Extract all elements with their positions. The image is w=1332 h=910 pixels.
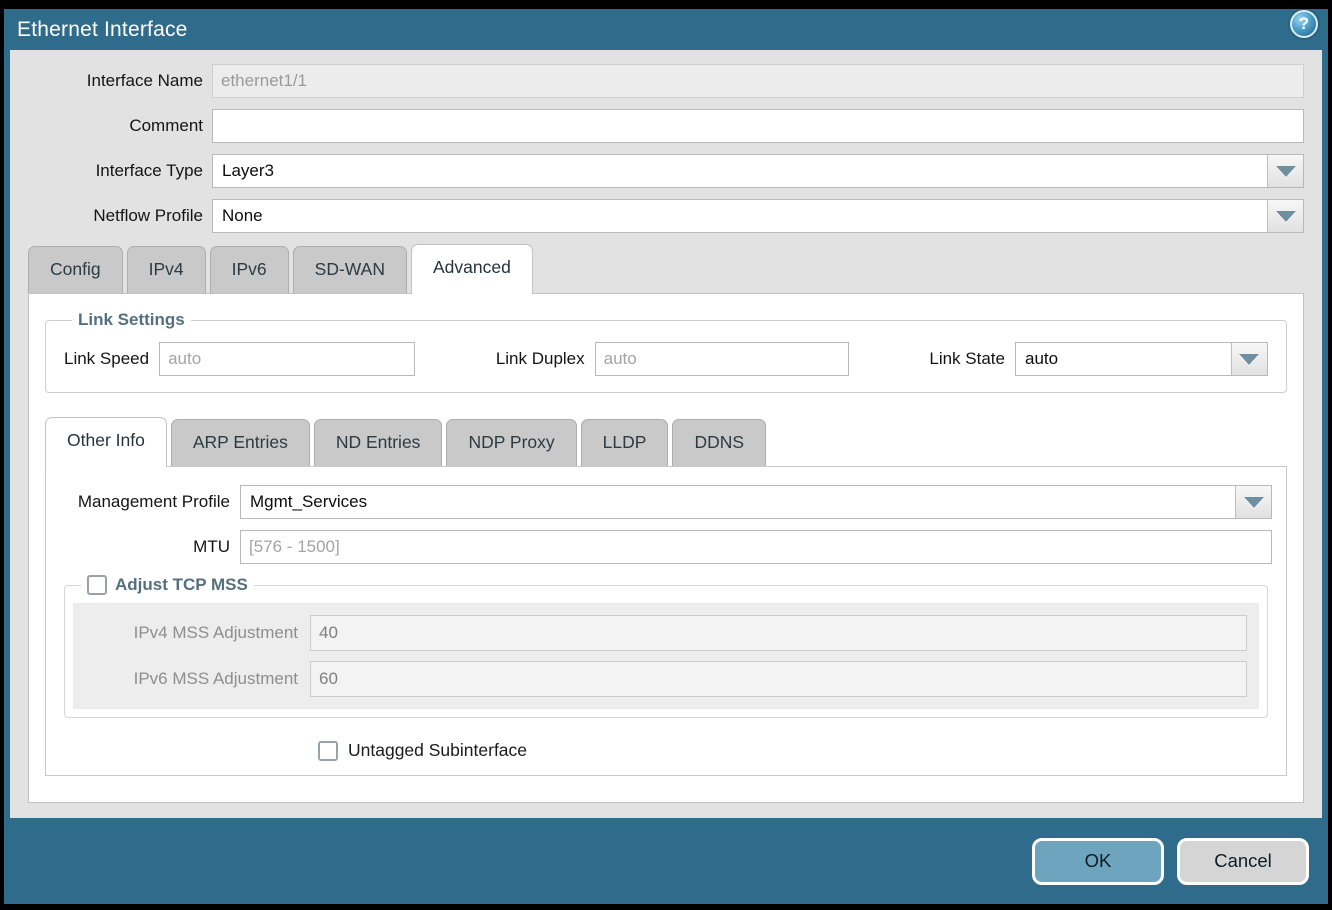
untagged-subinterface-checkbox[interactable] [318, 741, 338, 761]
link-state-dropdown-button[interactable] [1231, 343, 1267, 375]
netflow-profile-label: Netflow Profile [28, 206, 212, 226]
mtu-label: MTU [60, 537, 240, 557]
untagged-subinterface-row: Untagged Subinterface [318, 740, 1272, 761]
title-bar: Ethernet Interface ? [4, 9, 1328, 50]
tab-lldp[interactable]: LLDP [581, 419, 669, 466]
ipv6-mss-row: IPv6 MSS Adjustment [85, 661, 1247, 697]
link-duplex-label: Link Duplex [496, 349, 595, 369]
link-speed-group: Link Speed [64, 342, 415, 376]
netflow-profile-select[interactable]: None [212, 199, 1304, 233]
adjust-tcp-mss-label: Adjust TCP MSS [115, 575, 248, 595]
tab-other-info[interactable]: Other Info [45, 417, 167, 467]
link-speed-label: Link Speed [64, 349, 159, 369]
tab-advanced[interactable]: Advanced [411, 244, 533, 294]
main-tabstrip: Config IPv4 IPv6 SD-WAN Advanced [28, 244, 1304, 293]
link-state-label: Link State [929, 349, 1015, 369]
tab-sdwan[interactable]: SD-WAN [293, 246, 407, 293]
help-icon[interactable]: ? [1290, 10, 1318, 38]
chevron-down-icon [1276, 211, 1296, 222]
link-settings-fieldset: Link Settings Link Speed Link Duplex Lin… [45, 310, 1287, 393]
chevron-down-icon [1244, 497, 1264, 508]
netflow-profile-dropdown-button[interactable] [1267, 200, 1303, 232]
link-settings-legend: Link Settings [72, 310, 191, 330]
interface-type-value: Layer3 [213, 155, 1267, 187]
interface-type-dropdown-button[interactable] [1267, 155, 1303, 187]
tab-ipv6[interactable]: IPv6 [210, 246, 289, 293]
link-state-value: auto [1016, 343, 1231, 375]
chevron-down-icon [1239, 354, 1259, 365]
interface-type-row: Interface Type Layer3 [28, 154, 1304, 188]
comment-label: Comment [28, 116, 212, 136]
link-speed-field[interactable] [159, 342, 415, 376]
dialog-footer: OK Cancel [4, 818, 1328, 904]
adjust-tcp-mss-fieldset: Adjust TCP MSS IPv4 MSS Adjustment IPv6 … [64, 575, 1268, 718]
interface-name-field [212, 64, 1304, 98]
netflow-profile-value: None [213, 200, 1267, 232]
adjust-tcp-mss-checkbox[interactable] [87, 575, 107, 595]
tab-ipv4[interactable]: IPv4 [127, 246, 206, 293]
ethernet-interface-dialog: Ethernet Interface ? Interface Name Comm… [4, 9, 1328, 904]
tab-ndp-proxy[interactable]: NDP Proxy [446, 419, 576, 466]
link-state-group: Link State auto [929, 342, 1268, 376]
ipv4-mss-label: IPv4 MSS Adjustment [85, 623, 310, 643]
dialog-frame: Ethernet Interface ? Interface Name Comm… [0, 0, 1332, 910]
interface-type-label: Interface Type [28, 161, 212, 181]
management-profile-label: Management Profile [60, 492, 240, 512]
management-profile-select[interactable]: Mgmt_Services [240, 485, 1272, 519]
tab-nd-entries[interactable]: ND Entries [314, 419, 443, 466]
link-settings-row: Link Speed Link Duplex Link State auto [64, 342, 1268, 376]
adjust-tcp-mss-legend: Adjust TCP MSS [81, 575, 254, 595]
other-info-panel: Management Profile Mgmt_Services MTU [45, 466, 1287, 776]
management-profile-row: Management Profile Mgmt_Services [60, 485, 1272, 519]
mtu-field[interactable] [240, 530, 1272, 564]
netflow-profile-row: Netflow Profile None [28, 199, 1304, 233]
dialog-title: Ethernet Interface [17, 18, 188, 42]
mss-disabled-box: IPv4 MSS Adjustment IPv6 MSS Adjustment [73, 603, 1259, 709]
link-state-select[interactable]: auto [1015, 342, 1268, 376]
comment-field[interactable] [212, 109, 1304, 143]
ok-button[interactable]: OK [1032, 838, 1164, 885]
ipv6-mss-label: IPv6 MSS Adjustment [85, 669, 310, 689]
advanced-tab-panel: Link Settings Link Speed Link Duplex Lin… [28, 293, 1304, 803]
management-profile-dropdown-button[interactable] [1235, 486, 1271, 518]
dialog-body: Interface Name Comment Interface Type La… [10, 50, 1322, 818]
interface-name-row: Interface Name [28, 64, 1304, 98]
ipv6-mss-field [310, 661, 1247, 697]
link-duplex-field[interactable] [595, 342, 849, 376]
ipv4-mss-row: IPv4 MSS Adjustment [85, 615, 1247, 651]
ipv4-mss-field [310, 615, 1247, 651]
inner-tabstrip: Other Info ARP Entries ND Entries NDP Pr… [45, 417, 1287, 466]
tab-config[interactable]: Config [28, 246, 123, 293]
untagged-subinterface-label: Untagged Subinterface [348, 740, 527, 761]
management-profile-value: Mgmt_Services [241, 486, 1235, 518]
cancel-button[interactable]: Cancel [1177, 838, 1309, 885]
tab-arp-entries[interactable]: ARP Entries [171, 419, 310, 466]
interface-name-label: Interface Name [28, 71, 212, 91]
mtu-row: MTU [60, 530, 1272, 564]
tab-ddns[interactable]: DDNS [672, 419, 766, 466]
interface-type-select[interactable]: Layer3 [212, 154, 1304, 188]
comment-row: Comment [28, 109, 1304, 143]
chevron-down-icon [1276, 166, 1296, 177]
link-duplex-group: Link Duplex [496, 342, 849, 376]
